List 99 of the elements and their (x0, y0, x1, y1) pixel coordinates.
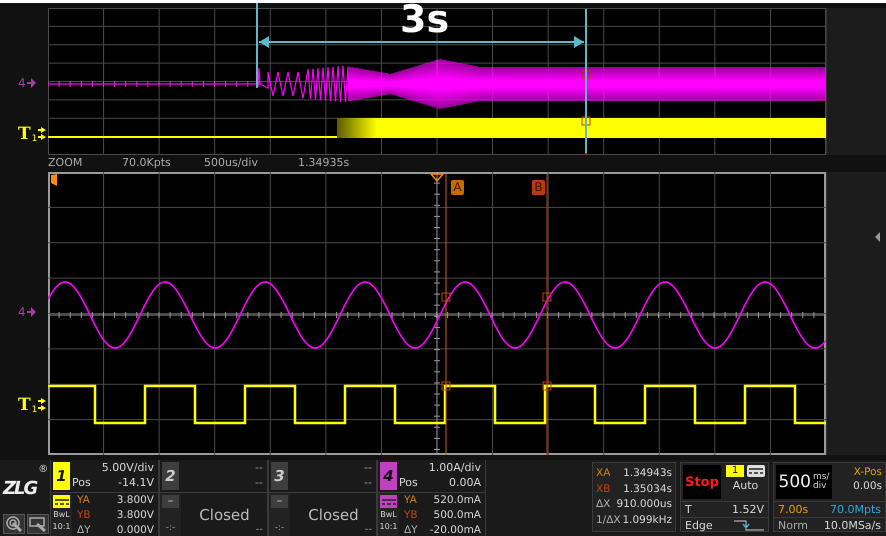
cursor-marker (582, 70, 590, 80)
x-position-label: X-Pos (854, 466, 882, 478)
trigger-marker: T (18, 395, 31, 415)
timebase-value: 500 (778, 472, 811, 492)
falling-edge-icon (734, 520, 764, 531)
brand-logo: ZLG (3, 478, 36, 499)
channel-scale: 5.00V/div (102, 460, 154, 475)
position-value: 0.00A (448, 475, 481, 490)
trigger-coupling-button[interactable] (747, 465, 765, 477)
channel-scale: -- (364, 460, 372, 475)
channel-scale: -- (255, 460, 263, 475)
expand-icon[interactable] (875, 232, 881, 242)
position-value: -14.1V (118, 475, 154, 490)
channel-button[interactable]: 4 (380, 462, 397, 490)
acquire-mode: Norm (778, 518, 808, 533)
trigger-channel: 1 (32, 135, 38, 144)
cursor-marker (582, 116, 590, 126)
trigger-type[interactable]: Edge (685, 518, 713, 533)
registered-mark: ® (38, 464, 48, 475)
channel-scale: 1.00A/div (428, 460, 481, 475)
cursor-readout-label: XB (596, 482, 610, 497)
cursor-marker (442, 292, 450, 302)
cursor-marker (442, 382, 450, 390)
trigger-mode[interactable]: Auto (732, 479, 758, 492)
channel-status: Closed (308, 506, 359, 524)
empty-readout: -:- (166, 523, 176, 534)
cursor-readout-label: ΔX (596, 497, 610, 512)
readout-value: 500.0mA (434, 508, 481, 523)
zoom-info: 70.0Kpts (122, 155, 171, 170)
coupling-button[interactable] (53, 495, 70, 508)
touch-icon (5, 516, 23, 532)
empty-readout: -:- (274, 523, 284, 534)
cursor-label: B (532, 180, 545, 195)
readout-value: 3.800V (116, 508, 154, 523)
pretrigger-icon (51, 174, 57, 186)
channel-status: Closed (199, 506, 250, 524)
channel-button[interactable]: 2 (162, 462, 179, 490)
cursor-readout-value: 1.35034s (623, 482, 672, 497)
bandwidth-limit: BwL (53, 509, 70, 520)
cursor-marker (542, 292, 552, 302)
cursor-readout-value: 1.099kHz (622, 512, 672, 528)
empty-readout: -- (364, 524, 372, 535)
trigger-marker: T (18, 124, 31, 144)
dc-coupling-icon (749, 468, 763, 474)
channel-marker: 4 (18, 305, 26, 319)
touch-button[interactable] (3, 514, 25, 534)
coupling-button[interactable]: – (162, 495, 179, 508)
channel-marker: 4 (18, 76, 26, 90)
record-duration: 7.00s (778, 502, 808, 517)
screen-touch-button[interactable] (27, 514, 49, 534)
readout-value: 0.000V (116, 523, 154, 536)
cursor-readout-value: 910.000us (616, 497, 672, 512)
dc-coupling-icon (382, 498, 396, 504)
cursor-readout-label: XA (596, 466, 610, 482)
x-position-value: 0.00s (853, 480, 882, 492)
readout-label: YA (404, 493, 417, 508)
time-annotation: 3s (400, 3, 450, 38)
channel-button[interactable]: 1 (53, 462, 70, 490)
trigger-source[interactable]: 1 (726, 465, 744, 477)
position-value: -- (364, 475, 372, 490)
readout-label: ΔY (404, 523, 418, 536)
timebase-unit: ms/ (812, 473, 830, 482)
trigger-channel: 1 (32, 406, 38, 415)
probe-ratio: 10:1 (52, 521, 70, 532)
cursor-readout-value: 1.34943s (623, 466, 672, 482)
cursor-marker (542, 382, 552, 390)
zoom-info: 500us/div (204, 155, 258, 170)
bandwidth-limit: BwL (380, 509, 397, 520)
position-value: -- (255, 475, 263, 490)
empty-readout: -- (256, 524, 263, 535)
dc-coupling-icon (54, 498, 68, 504)
arrow-icon (26, 78, 36, 88)
arrow-icon (26, 307, 36, 317)
trigger-position-icon (429, 173, 445, 182)
arrow-icon (38, 127, 46, 141)
cursor-label: A (451, 180, 464, 195)
cursor-readout-label: 1/ΔX (596, 512, 621, 528)
sample-rate: 10.0MSa/s (824, 518, 881, 533)
readout-value: 3.800V (116, 493, 154, 508)
readout-value: 520.0mA (434, 493, 481, 508)
coupling-button[interactable]: – (271, 495, 288, 508)
readout-label: ΔY (77, 523, 91, 536)
run-stop-button[interactable]: Stop (683, 465, 721, 499)
position-label: Pos (399, 475, 418, 490)
trigger-level: 1.52V (732, 502, 764, 517)
zoom-info: ZOOM (48, 155, 82, 170)
readout-label: YA (77, 493, 90, 508)
arrow-icon (38, 398, 46, 412)
readout-label: YB (404, 508, 418, 523)
readout-label: YB (77, 508, 91, 523)
zoom-info: 1.34935s (298, 155, 350, 170)
memory-depth: 70.0Mpts (830, 502, 881, 517)
probe-ratio: 10:1 (380, 521, 398, 532)
readout-value: -20.00mA (430, 523, 481, 536)
timebase-unit: div (812, 482, 828, 491)
screen-touch-icon (29, 516, 47, 532)
trigger-level-label: T (685, 502, 692, 517)
channel-button[interactable]: 3 (271, 462, 288, 490)
position-label: Pos (72, 475, 91, 490)
